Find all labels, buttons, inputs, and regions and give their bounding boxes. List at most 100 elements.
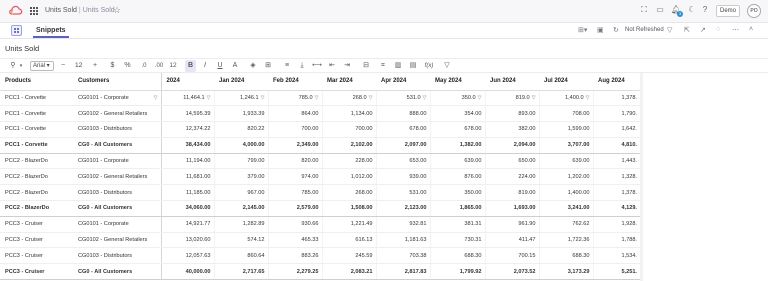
value-cell[interactable]: 1,328. [592,168,640,186]
inbox-icon[interactable]: ▭ [655,5,665,15]
value-cell[interactable]: 350.0 ▽ [429,90,485,107]
value-cell[interactable]: 2,102.00 [321,137,376,154]
table-total-row[interactable]: PCC3 - Cruiser CG0 - All Customers 40,000.… [0,263,640,281]
freeze-columns-icon[interactable]: ▥ [393,60,403,72]
value-cell[interactable]: 228.00 [321,153,376,170]
column-header[interactable]: Jul 2024 [539,73,593,91]
export-icon[interactable]: ⇱ [684,26,690,34]
value-cell[interactable]: 2,083.21 [321,263,376,281]
customer-cell[interactable]: CG0 - All Customers [73,200,162,217]
font-size-increase-icon[interactable]: + [91,60,99,72]
value-cell[interactable]: 961.90 [484,216,539,233]
indent-increase-icon[interactable]: ⇥ [342,60,352,72]
paint-format-icon[interactable]: ⚲ [8,60,18,72]
product-cell[interactable]: PCC1 - Corvette [0,121,73,138]
product-cell[interactable]: PCC2 - BlazerDo [0,200,73,217]
column-header[interactable]: Jun 2024 [485,73,539,91]
value-cell[interactable]: 2,717.65 [213,263,268,281]
number-format-button[interactable]: 12 [167,60,179,72]
customer-cell[interactable]: CG0103 - Distributors [73,121,162,138]
customer-cell[interactable]: CG0102 - General Retailers [73,232,162,249]
bold-button[interactable]: B [185,60,196,72]
paint-format-dropdown-icon[interactable]: ▾ [18,60,24,72]
value-cell[interactable]: 574.12 [213,232,268,249]
font-size-decrease-icon[interactable]: − [59,60,67,72]
value-cell[interactable]: 785.0 ▽ [267,90,322,107]
value-cell[interactable]: 700.00 [321,121,376,138]
value-cell[interactable]: 381.31 [429,216,485,233]
filter-icon[interactable]: ▽ [315,95,319,101]
value-cell[interactable]: 354.00 [429,105,485,123]
value-cell[interactable]: 34,060.00 [160,200,214,217]
value-cell[interactable]: 639.00 [429,153,485,170]
value-cell[interactable]: 799.00 [213,153,268,170]
demo-button[interactable]: Demo [716,5,740,17]
value-cell[interactable]: 1,221.49 [321,216,376,233]
customer-cell[interactable]: CG0103 - Distributors [73,184,162,202]
column-header[interactable]: Customers [73,73,162,91]
customer-cell[interactable]: CG0101 - Corporate [73,216,162,233]
value-cell[interactable]: 876.00 [429,168,485,186]
dashboard-grid-icon[interactable] [11,25,22,36]
value-cell[interactable]: 1,508.00 [321,200,376,217]
column-header[interactable]: 2024 [161,73,214,91]
value-cell[interactable]: 245.59 [321,247,376,265]
filter-toolbar-icon[interactable]: ▽ [442,60,452,72]
column-header[interactable]: Apr 2024 [376,73,430,91]
filter-icon[interactable]: ▽ [369,95,373,101]
filter-icon[interactable]: ▽ [478,95,482,101]
value-cell[interactable]: 2,094.00 [484,137,539,154]
value-cell[interactable]: 785.00 [267,184,322,202]
customer-cell[interactable]: CG0101 - Corporate ▽ [73,90,162,107]
align-bottom-icon[interactable]: ⤓ [297,60,307,72]
borders-icon[interactable]: ⊞ [263,60,273,72]
value-cell[interactable]: 350.00 [429,184,485,202]
value-cell[interactable]: 678.00 [375,121,430,138]
value-cell[interactable]: 616.13 [321,232,376,249]
customer-cell[interactable]: CG0102 - General Retailers [73,105,162,123]
value-cell[interactable]: 4,810. [592,137,640,154]
table-row[interactable]: PCC1 - Corvette CG0103 - Distributors 12,3… [0,121,640,138]
value-cell[interactable]: 703.38 [375,247,430,265]
share-icon[interactable]: ↗ [700,26,706,34]
value-cell[interactable]: 1,378. [592,90,640,107]
currency-format-button[interactable]: $ [108,60,117,72]
value-cell[interactable]: 819.00 [484,184,539,202]
vertical-scrollbar[interactable] [640,73,643,281]
value-cell[interactable]: 3,707.00 [538,137,593,154]
table-row[interactable]: PCC1 - Corvette CG0102 - General Retailer… [0,105,640,123]
product-cell[interactable]: PCC2 - BlazerDo [0,153,73,170]
value-cell[interactable]: 1,181.63 [375,232,430,249]
favorite-star-icon[interactable]: ☆ [113,5,121,16]
value-cell[interactable]: 1,134.00 [321,105,376,123]
indent-decrease-icon[interactable]: ⇤ [327,60,337,72]
fullscreen-icon[interactable]: ⛶ [639,5,649,15]
value-cell[interactable]: 2,097.00 [375,137,430,154]
user-avatar[interactable]: PO [747,4,761,18]
value-cell[interactable]: 650.00 [484,153,539,170]
value-cell[interactable]: 1,012.00 [321,168,376,186]
fill-color-icon[interactable]: ◈ [248,60,258,72]
value-cell[interactable]: 14,921.77 [160,216,214,233]
value-cell[interactable]: 708.00 [538,105,593,123]
value-cell[interactable]: 382.00 [484,121,539,138]
filter-icon[interactable]: ▽ [423,95,427,101]
value-cell[interactable]: 1,534. [592,247,640,265]
value-cell[interactable]: 2,579.00 [267,200,322,217]
align-left-icon[interactable]: ≡ [282,60,292,72]
value-cell[interactable]: 14,595.39 [160,105,214,123]
value-cell[interactable]: 1,282.89 [213,216,268,233]
product-cell[interactable]: PCC2 - BlazerDo [0,168,73,186]
value-cell[interactable]: 639.00 [538,153,593,170]
value-cell[interactable]: 1,400.0 ▽ [538,90,593,107]
value-cell[interactable]: 893.00 [484,105,539,123]
filter-icon[interactable]: ▽ [586,95,590,101]
value-cell[interactable]: 2,123.00 [375,200,430,217]
value-cell[interactable]: 4,000.00 [213,137,268,154]
value-cell[interactable]: 1,928. [592,216,640,233]
value-cell[interactable]: 700.00 [267,121,322,138]
value-cell[interactable]: 974.00 [267,168,322,186]
column-header[interactable]: May 2024 [430,73,485,91]
value-cell[interactable]: 224.00 [484,168,539,186]
value-cell[interactable]: 531.00 [375,184,430,202]
